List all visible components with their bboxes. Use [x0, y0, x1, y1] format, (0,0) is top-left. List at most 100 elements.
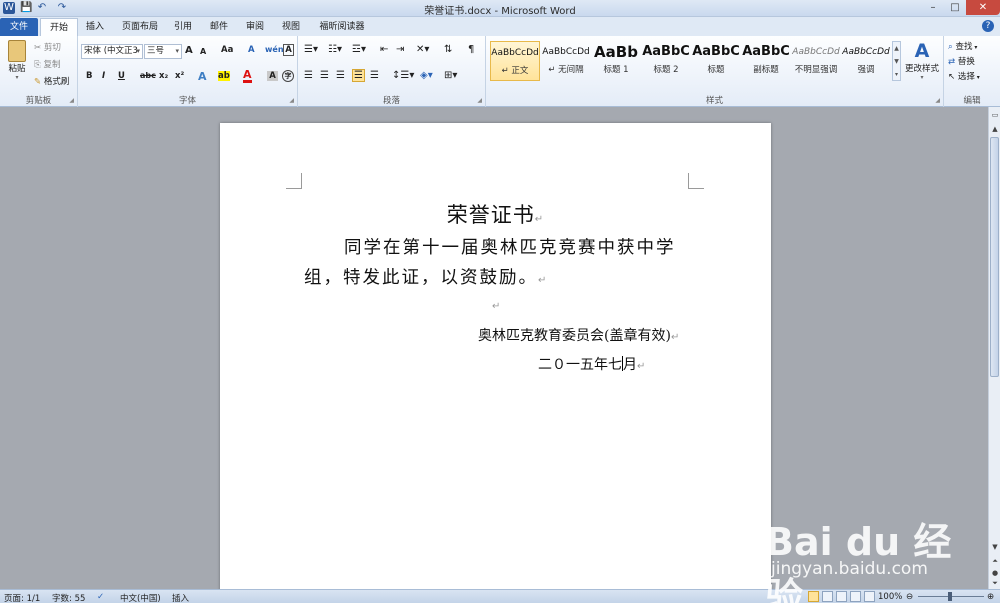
style-heading-1[interactable]: AaBb 标题 1	[591, 41, 641, 81]
zoom-out-icon[interactable]: ⊖	[906, 592, 913, 602]
distributed-icon[interactable]: ☰	[370, 70, 379, 81]
highlight-color-button[interactable]: ab	[218, 71, 230, 81]
style-no-spacing[interactable]: AaBbCcDd ↵ 无间隔	[541, 41, 591, 81]
strikethrough-button[interactable]: abc	[140, 71, 156, 80]
minimize-button[interactable]: –	[922, 0, 944, 15]
cursor-icon: ↖	[948, 72, 958, 82]
enclose-characters-icon[interactable]: 字	[282, 70, 294, 82]
bold-button[interactable]: B	[86, 71, 92, 81]
tab-view[interactable]: 视图	[276, 18, 306, 36]
full-screen-reading-view-icon[interactable]	[822, 591, 833, 602]
increase-indent-icon[interactable]: ⇥	[396, 44, 404, 55]
dialog-launcher-icon[interactable]: ◢	[289, 97, 294, 104]
text-effects-icon[interactable]: A	[198, 70, 207, 83]
language-indicator[interactable]: 中文(中国)	[120, 592, 161, 603]
outline-view-icon[interactable]	[850, 591, 861, 602]
replace-button[interactable]: ⇄ 替换	[948, 55, 975, 67]
tab-mailings[interactable]: 邮件	[204, 18, 234, 36]
font-color-button[interactable]: A	[243, 69, 252, 83]
phonetic-guide-icon[interactable]: wén	[265, 45, 284, 54]
style-heading-2[interactable]: AaBbC 标题 2	[641, 41, 691, 81]
help-icon[interactable]: ?	[982, 20, 994, 32]
document-page[interactable]: 荣誉证书↵ 同学在第十一届奥林匹克竞赛中获中学组，特发此证，以资鼓励。↵ ↵ 奥…	[220, 123, 771, 589]
empty-paragraph[interactable]: ↵	[492, 297, 500, 313]
style-emphasis[interactable]: AaBbCcDd 强调	[841, 41, 891, 81]
cut-button[interactable]: ✂ 剪切	[34, 41, 61, 53]
grow-font-icon[interactable]: A	[185, 45, 193, 56]
print-layout-view-icon[interactable]	[808, 591, 819, 602]
style-normal[interactable]: AaBbCcDd ↵ 正文	[490, 41, 540, 81]
zoom-level[interactable]: 100%	[878, 592, 902, 602]
tab-home[interactable]: 开始	[40, 18, 78, 36]
font-name-select[interactable]: 宋体 (中文正3 ▾	[81, 44, 143, 59]
character-shading-icon[interactable]: A	[267, 71, 278, 81]
next-page-icon[interactable]: ⏷	[989, 577, 1000, 589]
align-center-icon[interactable]: ☰	[320, 70, 329, 81]
styles-gallery-scroll[interactable]: ▲ ▼ ▾	[892, 41, 901, 81]
justify-icon[interactable]: ☰	[352, 69, 365, 82]
character-border-icon[interactable]: A	[283, 44, 294, 56]
line-spacing-icon[interactable]: ↕☰▾	[392, 70, 414, 81]
numbering-icon[interactable]: ☷▾	[328, 44, 342, 55]
zoom-in-icon[interactable]: ⊕	[987, 592, 994, 602]
borders-icon[interactable]: ⊞▾	[444, 70, 457, 81]
change-case-icon[interactable]: Aa	[221, 45, 233, 55]
align-right-icon[interactable]: ☰	[336, 70, 345, 81]
maximize-button[interactable]: □	[944, 0, 966, 15]
format-painter-label: 格式刷	[43, 77, 70, 87]
web-layout-view-icon[interactable]	[836, 591, 847, 602]
proofing-icon[interactable]: ✓	[97, 592, 104, 602]
style-subtle-emphasis[interactable]: AaBbCcDd 不明显强调	[791, 41, 841, 81]
dialog-launcher-icon[interactable]: ◢	[69, 97, 74, 104]
tab-insert[interactable]: 插入	[80, 18, 110, 36]
bullets-icon[interactable]: ☰▾	[304, 44, 318, 55]
tab-page-layout[interactable]: 页面布局	[116, 18, 164, 36]
chinese-layout-icon[interactable]: ✕▾	[416, 44, 429, 55]
underline-button[interactable]: U	[118, 71, 125, 81]
multilevel-list-icon[interactable]: ☲▾	[352, 44, 366, 55]
shrink-font-icon[interactable]: A	[200, 47, 206, 56]
tab-review[interactable]: 审阅	[240, 18, 270, 36]
draft-view-icon[interactable]	[864, 591, 875, 602]
show-marks-icon[interactable]: ¶	[468, 44, 474, 55]
superscript-button[interactable]: x²	[175, 71, 184, 81]
vertical-scrollbar[interactable]: ▭ ▲ ▼ ⏶ ● ⏷	[988, 107, 1000, 589]
zoom-slider-thumb[interactable]	[948, 592, 952, 601]
document-title[interactable]: 荣誉证书↵	[220, 199, 771, 229]
sort-icon[interactable]: ⇅	[444, 44, 452, 55]
paragraph-group-label: 段落	[382, 96, 400, 106]
close-button[interactable]: ✕	[966, 0, 1000, 15]
document-area[interactable]: 荣誉证书↵ 同学在第十一届奥林匹克竞赛中获中学组，特发此证，以资鼓励。↵ ↵ 奥…	[0, 107, 988, 589]
tab-references[interactable]: 引用	[168, 18, 198, 36]
paste-button[interactable]: 粘贴 ▾	[5, 40, 29, 86]
style-subtitle[interactable]: AaBbC 副标题	[741, 41, 791, 81]
subscript-button[interactable]: x₂	[159, 71, 168, 81]
tab-foxit-reader[interactable]: 福昕阅读器	[312, 18, 372, 36]
page-count[interactable]: 页面: 1/1	[4, 592, 40, 603]
previous-page-icon[interactable]: ⏶	[989, 555, 1000, 567]
scroll-down-icon[interactable]: ▼	[989, 541, 1000, 553]
select-button[interactable]: ↖ 选择 ▾	[948, 70, 980, 82]
dialog-launcher-icon[interactable]: ◢	[477, 97, 482, 104]
scroll-up-icon[interactable]: ▲	[989, 123, 1000, 135]
format-painter-button[interactable]: ✎ 格式刷	[34, 75, 69, 87]
word-count[interactable]: 字数: 55	[52, 592, 85, 603]
find-button[interactable]: ⌕ 查找 ▾	[948, 40, 977, 52]
font-size-select[interactable]: 三号 ▾	[144, 44, 182, 59]
clear-format-icon[interactable]: A	[248, 45, 255, 55]
style-title[interactable]: AaBbC 标题	[691, 41, 741, 81]
dialog-launcher-icon[interactable]: ◢	[935, 97, 940, 104]
shading-icon[interactable]: ◈▾	[420, 70, 433, 81]
align-left-icon[interactable]: ☰	[304, 70, 313, 81]
copy-button[interactable]: ⎘ 复制	[34, 58, 61, 70]
date-line[interactable]: 二０一五年七月↵	[538, 354, 645, 374]
document-body-paragraph[interactable]: 同学在第十一届奥林匹克竞赛中获中学组，特发此证，以资鼓励。↵	[304, 233, 694, 296]
change-styles-button[interactable]: A 更改样式 ▾	[903, 40, 941, 81]
decrease-indent-icon[interactable]: ⇤	[380, 44, 388, 55]
ruler-toggle-icon[interactable]: ▭	[989, 109, 1000, 121]
italic-button[interactable]: I	[102, 71, 105, 81]
insert-mode-indicator[interactable]: 插入	[172, 592, 189, 603]
tab-file[interactable]: 文件	[0, 18, 38, 36]
scroll-thumb[interactable]	[990, 137, 999, 377]
signer-line[interactable]: 奥林匹克教育委员会(盖章有效)↵	[478, 325, 679, 345]
